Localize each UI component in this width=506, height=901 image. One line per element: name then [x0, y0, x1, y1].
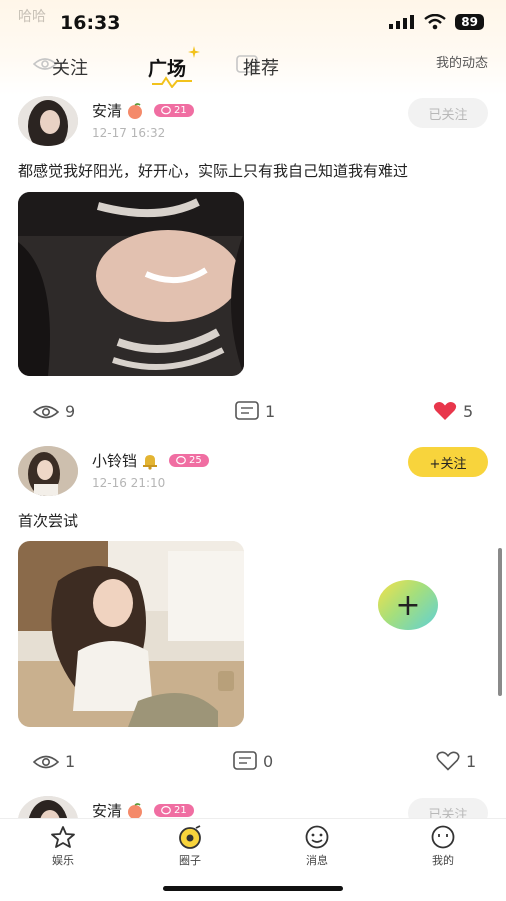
post-text: 都感觉我好阳光，好开心，实际上只有我自己知道我有难过 — [18, 162, 409, 180]
like-count-value: 5 — [463, 401, 474, 421]
chat-bubble-icon — [161, 806, 171, 815]
followed-button[interactable]: 已关注 — [408, 798, 488, 818]
level-value: 21 — [174, 805, 187, 816]
avatar[interactable] — [18, 96, 78, 146]
heart-outline-icon — [436, 751, 460, 771]
wifi-icon — [424, 14, 447, 30]
comment-count[interactable]: 1 — [235, 401, 275, 421]
level-badge: 21 — [154, 804, 194, 817]
comment-icon — [235, 401, 259, 420]
nav-label: 娱乐 — [52, 854, 74, 867]
peach-icon — [128, 102, 143, 119]
avatar[interactable] — [18, 446, 78, 496]
nav-circle[interactable]: 圈子 — [150, 825, 230, 868]
level-value: 21 — [174, 105, 187, 116]
active-tab-indicator — [152, 76, 192, 88]
post-text: 首次尝试 — [18, 512, 79, 530]
like-count[interactable]: 1 — [436, 751, 476, 771]
eye-icon — [33, 755, 59, 768]
heart-filled-icon — [433, 401, 457, 420]
sparkle-icon — [188, 46, 200, 58]
bell-icon — [143, 454, 158, 470]
username[interactable]: 安清 21 — [92, 800, 194, 818]
tab-bar: 关注 广场 推荐 — [0, 50, 506, 86]
comment-count-value: 1 — [265, 401, 276, 421]
nav-messages[interactable]: 消息 — [277, 825, 357, 868]
comment-count[interactable]: 0 — [233, 751, 273, 771]
post-card: 安清 21 12-17 16:32 已关注 都感觉我好阳光，好开心，实际上只有我… — [0, 96, 506, 436]
cellular-signal-icon — [389, 15, 415, 29]
username[interactable]: 安清 21 — [92, 100, 194, 121]
tab-recommend[interactable]: 推荐 — [243, 54, 279, 80]
status-icons: 89 — [389, 14, 484, 30]
view-count: 1 — [33, 752, 75, 771]
like-count-value: 1 — [466, 751, 477, 771]
peach-icon — [128, 802, 143, 818]
avatar[interactable] — [18, 796, 78, 818]
eye-icon — [33, 405, 59, 418]
view-count-value: 9 — [65, 402, 76, 421]
follow-button[interactable]: +关注 — [408, 447, 488, 477]
my-activity-link[interactable]: 我的动态 — [436, 52, 488, 71]
post-card: 安清 21 已关注 — [0, 796, 506, 818]
like-count[interactable]: 5 — [433, 401, 473, 421]
chat-bubble-icon — [161, 106, 171, 115]
status-time: 16:33 — [60, 12, 121, 34]
face-icon — [431, 825, 455, 849]
smiley-icon — [305, 825, 329, 849]
username-text: 小铃铛 — [92, 452, 138, 470]
post-time: 12-17 16:32 — [92, 126, 166, 140]
level-badge: 21 — [154, 104, 194, 117]
post-time: 12-16 21:10 — [92, 476, 166, 490]
followed-button[interactable]: 已关注 — [408, 98, 488, 128]
tab-following[interactable]: 关注 — [52, 54, 88, 80]
level-value: 25 — [189, 455, 202, 466]
ghost-text: 哈哈 — [18, 9, 46, 25]
star-icon — [51, 826, 75, 848]
home-indicator — [163, 886, 343, 891]
battery-indicator: 89 — [455, 14, 484, 30]
username[interactable]: 小铃铛 25 — [92, 450, 209, 471]
nav-label: 消息 — [306, 854, 328, 867]
comment-icon — [233, 751, 257, 770]
comment-count-value: 0 — [263, 751, 274, 771]
chat-bubble-icon — [176, 456, 186, 465]
circle-active-icon — [179, 825, 201, 849]
post-image[interactable] — [18, 192, 244, 376]
scrollbar[interactable] — [498, 548, 502, 696]
username-text: 安清 — [92, 802, 123, 818]
nav-entertainment[interactable]: 娱乐 — [23, 825, 103, 868]
view-count: 9 — [33, 402, 75, 421]
nav-label: 圈子 — [179, 854, 201, 867]
create-post-button[interactable]: + — [378, 580, 438, 630]
post-image[interactable] — [18, 541, 244, 727]
username-text: 安清 — [92, 102, 123, 120]
nav-label: 我的 — [432, 854, 454, 867]
level-badge: 25 — [169, 454, 209, 467]
nav-profile[interactable]: 我的 — [403, 825, 483, 868]
view-count-value: 1 — [65, 752, 76, 771]
